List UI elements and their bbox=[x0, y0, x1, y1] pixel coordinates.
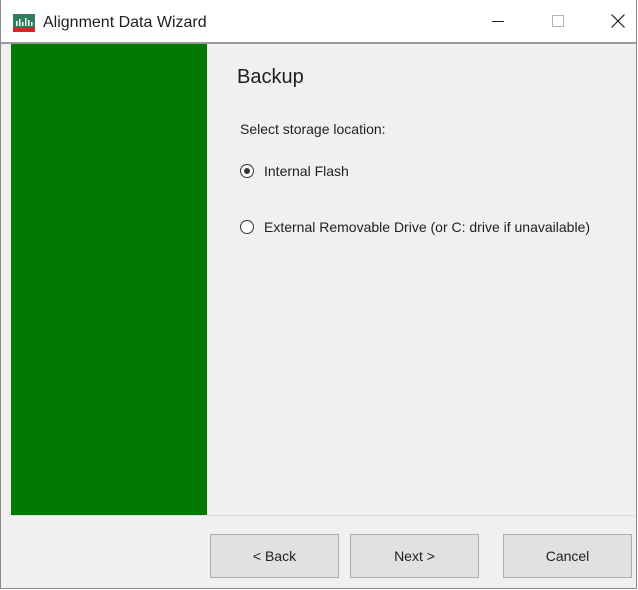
maximize-button[interactable] bbox=[535, 0, 581, 42]
button-bar: < Back Next > Cancel bbox=[1, 516, 636, 588]
back-button[interactable]: < Back bbox=[210, 534, 339, 578]
radio-external-drive[interactable]: External Removable Drive (or C: drive if… bbox=[240, 219, 590, 235]
close-button[interactable] bbox=[595, 0, 636, 42]
radio-button-unselected[interactable] bbox=[240, 220, 254, 234]
side-banner bbox=[11, 44, 207, 515]
title-bar: Alignment Data Wizard bbox=[1, 0, 636, 44]
close-icon bbox=[611, 14, 625, 28]
app-icon bbox=[13, 14, 35, 32]
page-title: Backup bbox=[237, 66, 304, 88]
cancel-button[interactable]: Cancel bbox=[503, 534, 632, 578]
window-title: Alignment Data Wizard bbox=[43, 14, 207, 31]
minimize-icon bbox=[492, 21, 504, 22]
minimize-button[interactable] bbox=[475, 0, 521, 42]
wizard-page: Backup Select storage location: Internal… bbox=[207, 44, 636, 515]
maximize-icon bbox=[552, 15, 564, 27]
radio-label-external-drive: External Removable Drive (or C: drive if… bbox=[264, 219, 591, 235]
radio-internal-flash[interactable]: Internal Flash bbox=[240, 163, 349, 179]
radio-label-internal-flash: Internal Flash bbox=[264, 163, 349, 179]
wizard-window: Alignment Data Wizard Backup Select stor… bbox=[0, 0, 637, 589]
radio-button-selected[interactable] bbox=[240, 164, 254, 178]
next-button[interactable]: Next > bbox=[350, 534, 479, 578]
prompt-label: Select storage location: bbox=[240, 121, 386, 137]
